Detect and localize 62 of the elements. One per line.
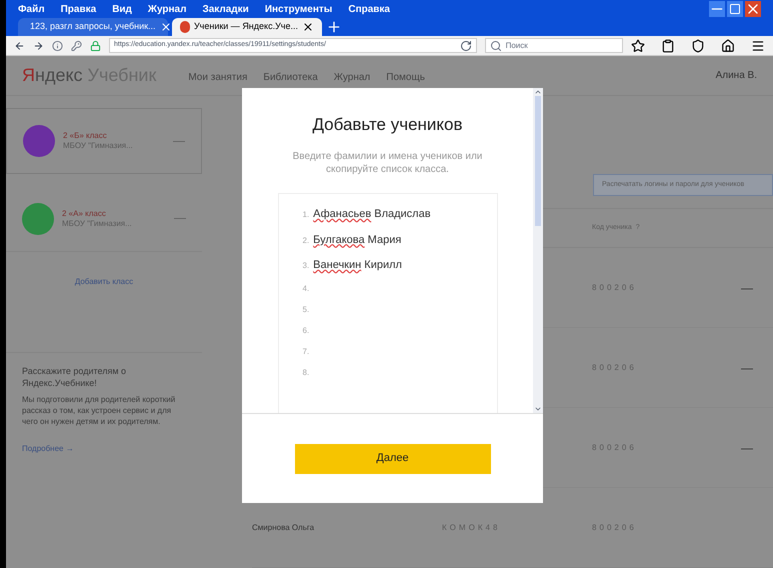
menu-item[interactable]: Файл <box>18 2 45 17</box>
add-class-link[interactable]: Добавить класс <box>74 276 134 288</box>
line-number: 2. <box>302 234 310 246</box>
clipboard-icon[interactable] <box>661 38 675 53</box>
class-name: 2 «Б» класс <box>63 131 108 141</box>
nav-link[interactable]: Мои занятия <box>188 70 248 85</box>
menu-item[interactable]: Вид <box>112 2 132 17</box>
scrollbar[interactable] <box>533 88 543 413</box>
star-icon[interactable] <box>631 38 645 53</box>
close-tab-icon[interactable] <box>160 21 172 34</box>
lock-icon[interactable] <box>90 40 101 52</box>
favicon-icon <box>180 21 190 34</box>
menu-item[interactable]: Журнал <box>148 2 186 17</box>
class-name: 2 «А» класс <box>62 208 107 218</box>
line-number: 7. <box>302 346 310 358</box>
menu-item[interactable]: Инструменты <box>264 2 332 17</box>
promo-title: Расскажите родителям о Яндекс.Учебнике! <box>22 365 128 390</box>
next-button[interactable]: Далее <box>294 444 490 474</box>
scroll-down-icon[interactable] <box>534 405 542 413</box>
shield-icon[interactable] <box>691 38 705 53</box>
menu-item[interactable]: Справка <box>348 2 390 17</box>
user-name[interactable]: Алина В. <box>716 68 757 83</box>
line-number: 6. <box>302 324 310 336</box>
scroll-up-icon[interactable] <box>534 88 542 96</box>
line-number: 3. <box>302 260 310 272</box>
row-menu[interactable]: — <box>741 278 753 296</box>
browser-tab[interactable]: 123, разгл запросы, учебник... <box>18 18 168 36</box>
browser-tab[interactable]: Ученики — Яндекс.Уче... <box>172 18 322 36</box>
nav-link[interactable]: Помощь <box>386 70 425 85</box>
menu-item[interactable]: Правка <box>60 2 96 17</box>
menu-item[interactable]: Закладки <box>202 2 249 17</box>
scroll-thumb[interactable] <box>535 96 541 226</box>
nav-link[interactable]: Библиотека <box>263 70 318 85</box>
row-menu[interactable]: — <box>741 438 753 456</box>
student-list-field[interactable]: 1. Афанасьев Владислав 2. Булгакова Мария 3. Ванечкин Кирилл 4. 5. 6. 7. 8. <box>278 193 498 413</box>
student-entry: Афанасьев Владислав <box>313 207 431 222</box>
modal-subtitle: Введите фамилии и имена учеников или скопируйте список класса. <box>292 150 484 177</box>
search-icon <box>490 40 502 52</box>
close-tab-icon[interactable] <box>302 21 314 34</box>
search-field[interactable]: Поиск <box>484 38 623 54</box>
promo-text: Мы подготовили для родителей короткий рассказ о том, как устроен сервис и для чего он нужен детям и их родителям. <box>22 394 176 427</box>
menu-icon[interactable] <box>751 38 765 53</box>
modal-title: Добавьте учеников <box>312 114 463 136</box>
student-entry: Булгакова Мария <box>313 232 402 248</box>
line-number: 4. <box>302 282 310 294</box>
nav-link[interactable]: Журнал <box>334 70 370 85</box>
line-number: 1. <box>302 209 310 221</box>
student-entry: Ванечкин Кирилл <box>313 258 402 273</box>
maximize-icon[interactable] <box>727 1 743 18</box>
home-icon[interactable] <box>721 38 735 53</box>
minimize-icon[interactable] <box>709 1 725 18</box>
reload-icon[interactable] <box>460 40 472 52</box>
student-name: Смирнова Ольга <box>252 522 314 532</box>
close-icon[interactable] <box>745 1 761 18</box>
info-icon[interactable] <box>52 40 63 52</box>
forward-icon[interactable] <box>33 40 44 52</box>
line-number: 5. <box>302 304 310 316</box>
back-icon[interactable] <box>14 40 25 52</box>
line-number: 8. <box>302 366 310 378</box>
key-icon[interactable] <box>71 40 82 52</box>
row-menu[interactable]: — <box>741 358 753 376</box>
more-link[interactable]: Подробнее → <box>22 442 186 454</box>
